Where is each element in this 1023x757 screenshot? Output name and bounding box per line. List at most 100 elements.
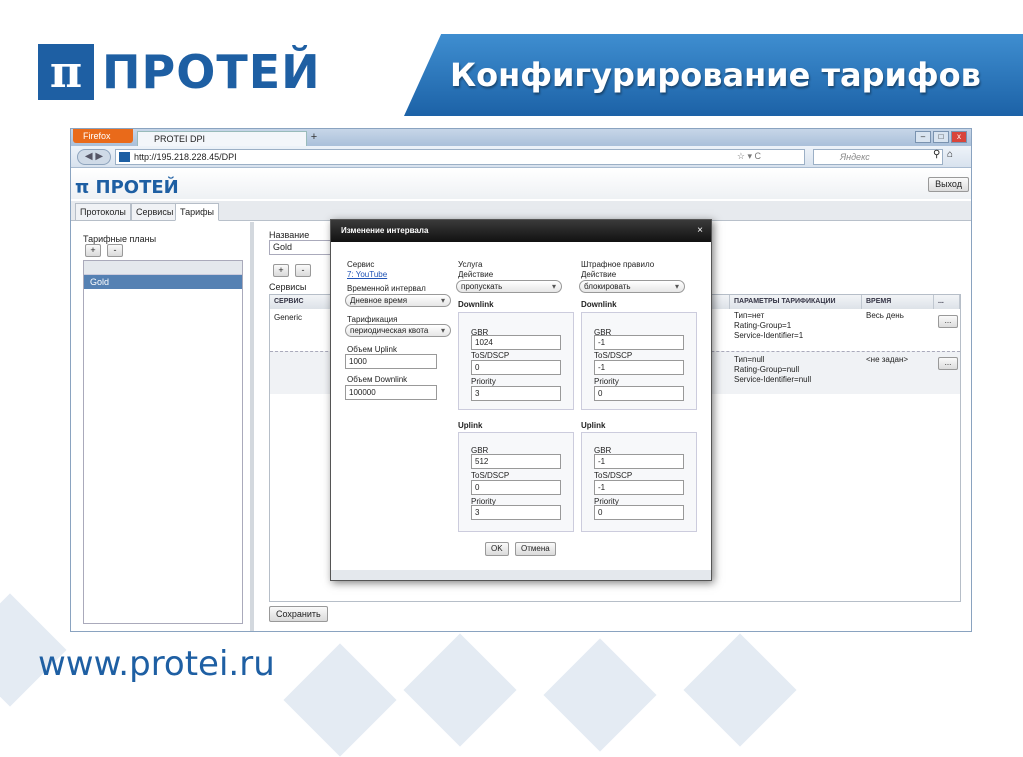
billing-select[interactable]: периодическая квота bbox=[345, 324, 451, 337]
tos-label: ToS/DSCP bbox=[594, 471, 633, 480]
service-uplink-tos-input[interactable]: 0 bbox=[471, 480, 561, 495]
footer-url: www.protei.ru bbox=[38, 644, 275, 684]
service-link[interactable]: 7: YouTube bbox=[347, 270, 387, 279]
penalty-downlink-gbr-input[interactable]: -1 bbox=[594, 335, 684, 350]
col-actions: ... bbox=[934, 295, 960, 309]
billing-label: Тарификация bbox=[347, 315, 398, 324]
name-label: Название bbox=[269, 230, 310, 240]
col-time: ВРЕМЯ bbox=[862, 295, 934, 309]
save-button[interactable]: Сохранить bbox=[269, 606, 328, 622]
decor-diamond bbox=[403, 633, 517, 747]
add-service-button[interactable]: + bbox=[273, 264, 289, 277]
penalty-uplink-gbr-input[interactable]: -1 bbox=[594, 454, 684, 469]
nav-bar: ◀ ▶ http://195.218.228.45/DPI ☆ ▾ C Янде… bbox=[71, 146, 971, 168]
tab-services[interactable]: Сервисы bbox=[131, 203, 179, 221]
url-text: http://195.218.228.45/DPI bbox=[134, 152, 237, 162]
slide-logo-text: ПРОТЕЙ bbox=[102, 45, 321, 99]
plans-list-header bbox=[84, 261, 242, 275]
row-service: Generic bbox=[274, 313, 303, 322]
penalty-downlink-tos-input[interactable]: -1 bbox=[594, 360, 684, 375]
tab-bar: Firefox PROTEI DPI + – □ x bbox=[71, 129, 971, 146]
priority-label: Priority bbox=[471, 377, 496, 386]
uplink-volume-input[interactable]: 1000 bbox=[345, 354, 437, 369]
slide-logo-pi: π bbox=[38, 44, 94, 100]
tos-label: ToS/DSCP bbox=[594, 351, 633, 360]
decor-diamond bbox=[283, 643, 397, 757]
cancel-button[interactable]: Отмена bbox=[515, 542, 556, 556]
decor-diamond bbox=[683, 633, 797, 747]
app-tabs: Протоколы Сервисы Тарифы bbox=[71, 201, 971, 221]
decor-diamond bbox=[543, 638, 657, 752]
tos-label: ToS/DSCP bbox=[471, 351, 510, 360]
browser-tab[interactable]: PROTEI DPI bbox=[137, 131, 307, 146]
app-header: π ПРОТЕЙ Выход bbox=[71, 169, 971, 199]
slide-logo: π ПРОТЕЙ bbox=[38, 44, 321, 100]
url-bar[interactable]: http://195.218.228.45/DPI bbox=[115, 149, 805, 165]
service-downlink-priority-input[interactable]: 3 bbox=[471, 386, 561, 401]
remove-plan-button[interactable]: - bbox=[107, 244, 123, 257]
service-uplink-title: Uplink bbox=[458, 421, 483, 430]
close-icon[interactable]: x bbox=[951, 131, 967, 143]
penalty-uplink-tos-input[interactable]: -1 bbox=[594, 480, 684, 495]
service-downlink-title: Downlink bbox=[458, 300, 494, 309]
window-controls: – □ x bbox=[915, 131, 967, 143]
back-forward-icon[interactable]: ◀ ▶ bbox=[77, 149, 111, 165]
service-uplink-gbr-input[interactable]: 512 bbox=[471, 454, 561, 469]
slide-title: Конфигурирование тарифов bbox=[450, 56, 981, 94]
add-plan-button[interactable]: + bbox=[85, 244, 101, 257]
penalty-downlink-title: Downlink bbox=[581, 300, 617, 309]
downlink-volume-label: Объем Downlink bbox=[347, 375, 408, 384]
tariff-plans-panel: Тарифные планы + - Gold bbox=[71, 222, 254, 631]
tos-label: ToS/DSCP bbox=[471, 471, 510, 480]
favicon-icon bbox=[119, 152, 130, 162]
ok-button[interactable]: OK bbox=[485, 542, 509, 556]
service-downlink-tos-input[interactable]: 0 bbox=[471, 360, 561, 375]
row-time: <не задан> bbox=[866, 355, 909, 364]
col-params: ПАРАМЕТРЫ ТАРИФИКАЦИИ bbox=[730, 295, 862, 309]
row-edit-button[interactable]: ... bbox=[938, 315, 958, 328]
edit-interval-dialog: Изменение интервала × Сервис 7: YouTube … bbox=[330, 219, 712, 581]
tab-protocols[interactable]: Протоколы bbox=[75, 203, 131, 221]
services-label: Сервисы bbox=[269, 282, 307, 292]
plans-list: Gold bbox=[83, 260, 243, 624]
penalty-uplink-priority-input[interactable]: 0 bbox=[594, 505, 684, 520]
penalty-action-select[interactable]: блокировать bbox=[579, 280, 685, 293]
dialog-title: Изменение интервала bbox=[331, 220, 711, 242]
service-downlink-gbr-input[interactable]: 1024 bbox=[471, 335, 561, 350]
reload-icon[interactable]: ☆ ▾ C bbox=[737, 151, 761, 162]
interval-select[interactable]: Дневное время bbox=[345, 294, 451, 307]
penalty-uplink-title: Uplink bbox=[581, 421, 606, 430]
search-icon[interactable]: ⚲ bbox=[933, 149, 940, 160]
home-icon[interactable]: ⌂ bbox=[947, 149, 959, 160]
service-rule-header: Услуга bbox=[458, 260, 483, 269]
penalty-rule-header: Штрафное правило bbox=[581, 260, 655, 269]
search-input[interactable]: Яндекс bbox=[813, 149, 943, 165]
minimize-icon[interactable]: – bbox=[915, 131, 931, 143]
tariff-plans-label: Тарифные планы bbox=[83, 234, 157, 244]
tab-tariffs[interactable]: Тарифы bbox=[175, 203, 220, 221]
uplink-volume-label: Объем Uplink bbox=[347, 345, 397, 354]
title-banner: Конфигурирование тарифов bbox=[404, 34, 1023, 116]
firefox-menu-button[interactable]: Firefox bbox=[73, 129, 133, 143]
remove-service-button[interactable]: - bbox=[295, 264, 311, 277]
app-logo: π ПРОТЕЙ bbox=[75, 177, 179, 198]
penalty-downlink-priority-input[interactable]: 0 bbox=[594, 386, 684, 401]
close-icon[interactable]: × bbox=[697, 220, 703, 242]
name-input[interactable]: Gold bbox=[269, 240, 333, 255]
row-params: Тип=null Rating-Group=null Service-Identif… bbox=[734, 355, 812, 384]
downlink-volume-input[interactable]: 100000 bbox=[345, 385, 437, 400]
service-action-select[interactable]: пропускать bbox=[456, 280, 562, 293]
exit-button[interactable]: Выход bbox=[928, 177, 969, 192]
plan-item-gold[interactable]: Gold bbox=[84, 275, 242, 289]
penalty-action-label: Действие bbox=[581, 270, 617, 279]
row-edit-button[interactable]: ... bbox=[938, 357, 958, 370]
new-tab-button[interactable]: + bbox=[307, 131, 321, 145]
service-uplink-priority-input[interactable]: 3 bbox=[471, 505, 561, 520]
service-action-label: Действие bbox=[458, 270, 494, 279]
row-params: Тип=нет Rating-Group=1 Service-Identifier=… bbox=[734, 311, 804, 340]
interval-label: Временной интервал bbox=[347, 284, 426, 293]
dialog-footer bbox=[331, 570, 711, 580]
maximize-icon[interactable]: □ bbox=[933, 131, 949, 143]
priority-label: Priority bbox=[594, 377, 619, 386]
row-time: Весь день bbox=[866, 311, 904, 320]
